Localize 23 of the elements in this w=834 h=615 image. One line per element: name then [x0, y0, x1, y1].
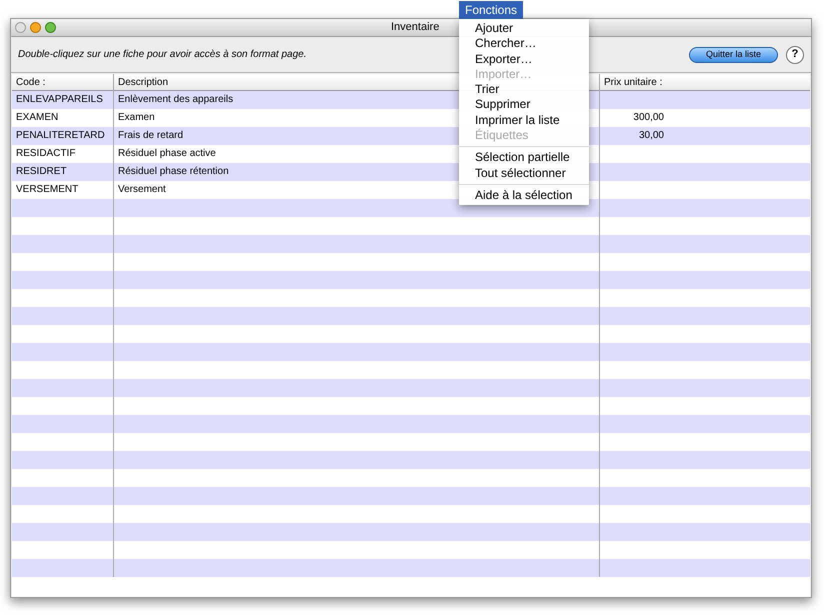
close-icon[interactable] — [15, 22, 26, 33]
menu-item[interactable]: Chercher… — [459, 36, 589, 52]
menu-item[interactable]: Exporter… — [459, 52, 589, 67]
price-cell-text: 300,00 — [632, 111, 664, 125]
help-button[interactable]: ? — [786, 46, 804, 64]
menu-item[interactable]: Tout sélectionner — [459, 166, 589, 181]
column-header[interactable]: Code : — [12, 74, 113, 91]
menu-item[interactable]: Imprimer la liste — [459, 112, 589, 128]
menu-item[interactable]: Sélection partielle — [459, 150, 589, 166]
menu-item[interactable]: Ajouter — [459, 21, 589, 36]
quit-button[interactable]: Quitter la liste — [688, 46, 778, 62]
menu-title[interactable]: Fonctions — [459, 1, 524, 19]
zoom-icon[interactable] — [45, 22, 56, 33]
minimize-icon[interactable] — [30, 22, 41, 33]
code-cell-text: RESIDACTIF — [15, 147, 76, 161]
code-cell-text: VERSEMENT — [15, 183, 80, 197]
window-title: Inventaire — [391, 20, 440, 36]
hint-text: Double-cliquez sur une fiche pour avoir accès à son format page. — [18, 48, 306, 62]
code-cell-text: ENLEVAPPAREILS — [15, 93, 104, 107]
price-cell-text: 30,00 — [638, 129, 664, 143]
code-cell-text: RESIDRET — [15, 165, 68, 179]
code-cell-text: EXAMEN — [15, 111, 60, 125]
code-cell-text: PENALITERETARD — [15, 129, 106, 143]
